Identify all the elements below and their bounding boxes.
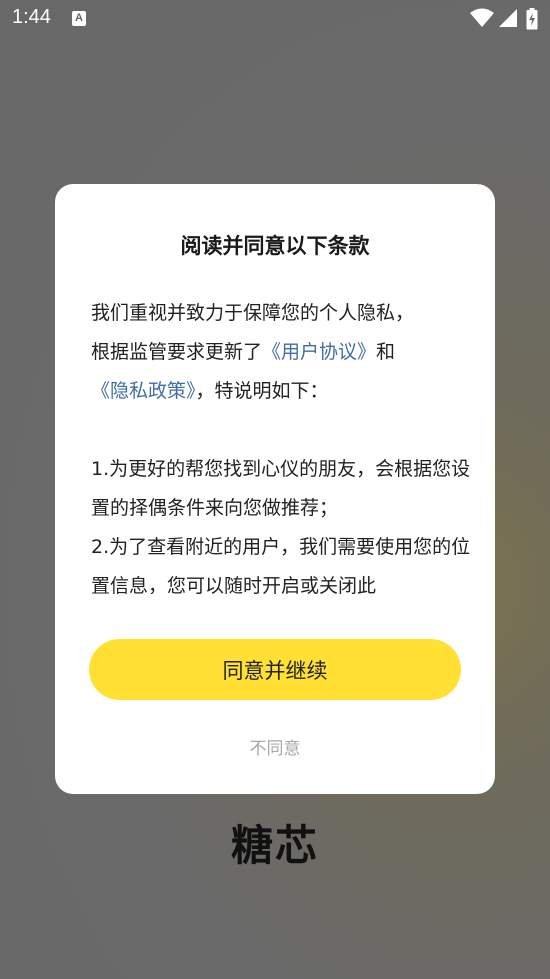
cellular-signal-icon: [498, 8, 518, 32]
app-brand-name: 糖芯: [230, 821, 319, 870]
battery-charging-icon: [526, 8, 538, 34]
terms-scroll-area[interactable]: 我们重视并致力于保障您的个人隐私， 根据监管要求更新了《用户协议》和 《隐私政策…: [91, 294, 471, 594]
agree-continue-button[interactable]: 同意并继续: [89, 639, 461, 700]
privacy-policy-link[interactable]: 《隐私政策》: [91, 380, 196, 402]
wifi-icon: [470, 8, 494, 32]
user-agreement-link[interactable]: 《用户协议》: [262, 341, 376, 363]
clause-item: 1.为更好的帮您找到心仪的朋友，会根据您设置的择偶条件来向您做推荐；: [91, 458, 471, 519]
clause-item: 2.为了查看附近的用户，我们需要使用您的位置信息，您可以随时开启或关闭此: [91, 536, 471, 594]
intro-line-1: 我们重视并致力于保障您的个人隐私，: [91, 302, 415, 324]
intro-line-3: 《隐私政策》，特说明如下：: [91, 372, 471, 411]
terms-dialog: 阅读并同意以下条款 我们重视并致力于保障您的个人隐私， 根据监管要求更新了《用户…: [55, 184, 495, 794]
intro-and-text: 和: [376, 341, 396, 363]
disagree-button[interactable]: 不同意: [55, 734, 495, 759]
intro-line-3-text: ，特说明如下：: [195, 380, 329, 402]
notification-icon: A: [72, 11, 86, 26]
intro-line-2-text: 根据监管要求更新了: [91, 341, 263, 363]
status-time: 1:44: [12, 6, 51, 28]
status-bar: 1:44 A: [0, 0, 550, 40]
dialog-title: 阅读并同意以下条款: [180, 234, 370, 258]
intro-line-2: 根据监管要求更新了《用户协议》和: [91, 333, 471, 372]
